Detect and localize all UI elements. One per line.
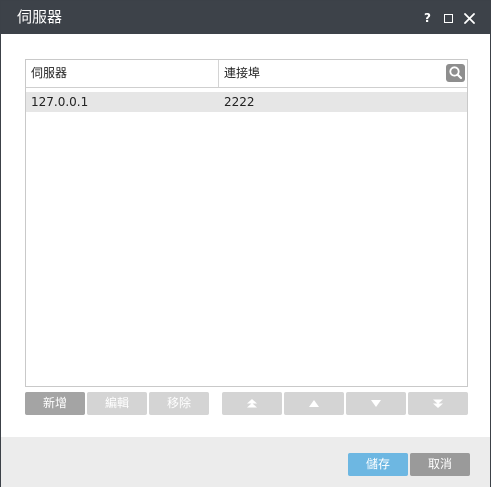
dialog-footer: 儲存 取消 [1, 437, 490, 487]
title-bar: 伺服器 ? [1, 1, 490, 34]
table-body: 127.0.0.1 2222 [26, 92, 467, 112]
server-dialog: 伺服器 ? 伺服器 連接埠 127.0.0.1 2222 新增 編輯 移除 儲存… [0, 0, 491, 487]
move-top-button[interactable] [222, 392, 282, 415]
window-controls: ? [421, 10, 476, 26]
save-button[interactable]: 儲存 [348, 453, 408, 476]
double-chevron-down-icon [433, 399, 443, 408]
column-header-port[interactable]: 連接埠 [224, 60, 260, 87]
remove-button[interactable]: 移除 [149, 392, 209, 415]
edit-button[interactable]: 編輯 [87, 392, 147, 415]
help-icon[interactable]: ? [421, 11, 434, 25]
table-row[interactable]: 127.0.0.1 2222 [26, 92, 467, 112]
triangle-down-icon [371, 400, 381, 407]
cell-port: 2222 [224, 95, 255, 109]
cancel-button[interactable]: 取消 [410, 453, 470, 476]
move-up-button[interactable] [284, 392, 344, 415]
add-button[interactable]: 新增 [25, 392, 85, 415]
close-icon[interactable] [463, 11, 476, 25]
column-divider[interactable] [218, 60, 219, 87]
double-chevron-up-icon [247, 399, 257, 408]
cell-server: 127.0.0.1 [31, 95, 89, 109]
table-actions: 新增 編輯 移除 [1, 392, 491, 415]
maximize-icon[interactable] [442, 11, 455, 25]
table-header: 伺服器 連接埠 [26, 60, 467, 88]
server-table: 伺服器 連接埠 127.0.0.1 2222 [25, 59, 468, 387]
column-header-server[interactable]: 伺服器 [31, 60, 67, 87]
move-bottom-button[interactable] [408, 392, 468, 415]
search-icon[interactable] [446, 64, 465, 82]
dialog-title: 伺服器 [17, 8, 63, 26]
move-down-button[interactable] [346, 392, 406, 415]
triangle-up-icon [309, 400, 319, 407]
